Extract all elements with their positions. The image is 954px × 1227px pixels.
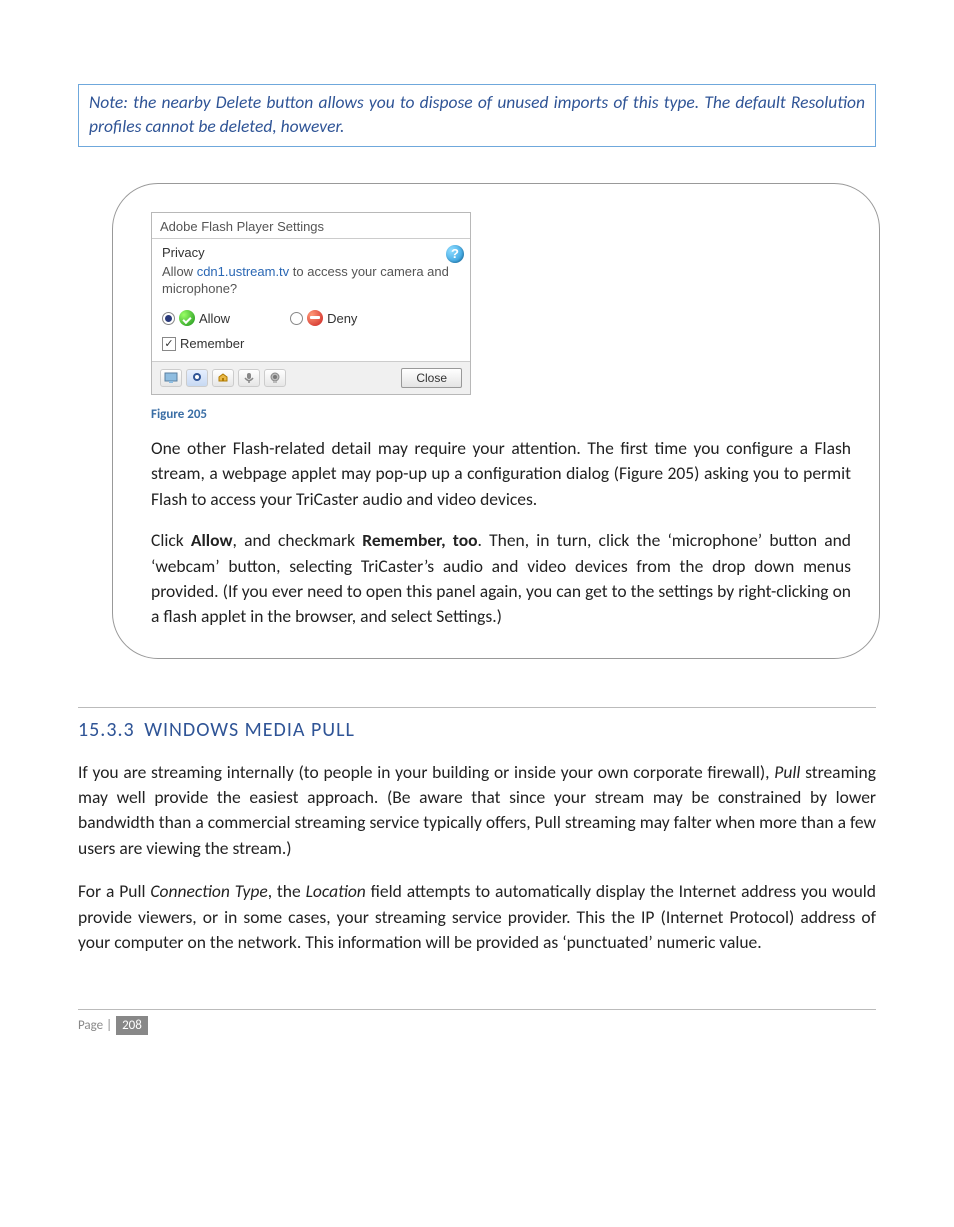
allow-icon — [179, 310, 195, 326]
flash-callout: Adobe Flash Player Settings ? Privacy Al… — [112, 183, 880, 658]
help-icon[interactable]: ? — [446, 245, 464, 263]
storage-tab-icon[interactable] — [212, 369, 234, 387]
note-box: Note: the nearby Delete button allows yo… — [78, 84, 876, 147]
flash-window-title: Adobe Flash Player Settings — [152, 213, 470, 238]
body-paragraph-2: For a Pull Connection Type, the Location… — [78, 879, 876, 955]
note-text: Note: the nearby Delete button allows yo… — [89, 91, 865, 137]
deny-radio[interactable]: Deny — [290, 310, 357, 326]
radio-icon — [162, 312, 175, 325]
flash-access-prompt: Allow cdn1.ustream.tv to access your cam… — [162, 264, 460, 298]
section-number: 15.3.3 — [78, 718, 135, 742]
allow-radio[interactable]: Allow — [162, 310, 230, 326]
radio-icon — [290, 312, 303, 325]
remember-checkbox[interactable]: ✓ Remember — [162, 336, 460, 351]
page-footer: Page | 208 — [78, 1009, 876, 1035]
display-tab-icon[interactable] — [160, 369, 182, 387]
figure-caption: Figure 205 — [151, 407, 851, 422]
remember-label: Remember — [180, 336, 244, 351]
section-title: WINDOWS MEDIA PULL — [144, 718, 355, 742]
checkbox-icon: ✓ — [162, 337, 176, 351]
deny-label: Deny — [327, 311, 357, 326]
deny-icon — [307, 310, 323, 326]
close-button[interactable]: Close — [401, 368, 462, 388]
allow-label: Allow — [199, 311, 230, 326]
callout-paragraph-1: One other Flash-related detail may requi… — [151, 436, 851, 512]
callout-paragraph-2: Click Allow, and checkmark Remember, too… — [151, 528, 851, 630]
privacy-tab-icon[interactable] — [186, 369, 208, 387]
page-number: 208 — [116, 1016, 148, 1035]
page-label: Page | — [78, 1016, 116, 1035]
body-paragraph-1: If you are streaming internally (to peop… — [78, 760, 876, 862]
camera-tab-icon[interactable] — [264, 369, 286, 387]
flash-domain-link[interactable]: cdn1.ustream.tv — [197, 264, 290, 279]
section-heading: 15.3.3 WINDOWS MEDIA PULL — [78, 707, 876, 742]
flash-dialog: Adobe Flash Player Settings ? Privacy Al… — [151, 212, 471, 395]
microphone-tab-icon[interactable] — [238, 369, 260, 387]
flash-section-title: Privacy — [162, 245, 460, 260]
